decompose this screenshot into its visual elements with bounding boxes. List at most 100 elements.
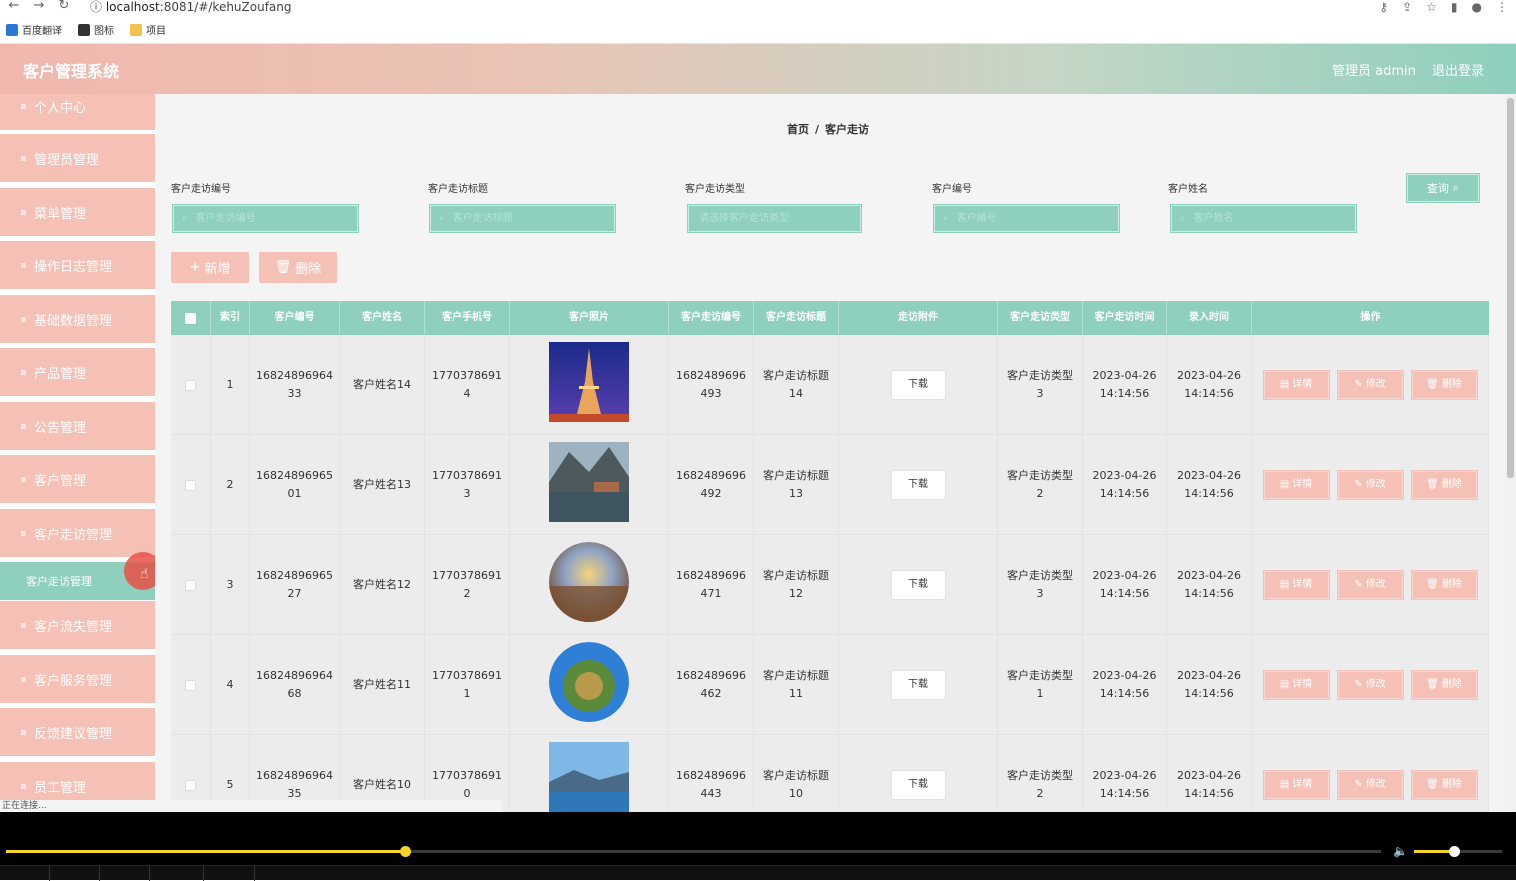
cell-index: 4 bbox=[211, 635, 250, 735]
bookmark-project[interactable]: 项目 bbox=[130, 22, 166, 37]
volume-slider[interactable] bbox=[1414, 846, 1502, 857]
player-control[interactable] bbox=[100, 866, 150, 881]
edit-button[interactable]: ✎ 修改 bbox=[1337, 471, 1403, 499]
scrollbar-thumb[interactable] bbox=[1507, 98, 1514, 478]
cell-insert-time: 2023-04-26 14:14:56 bbox=[1167, 735, 1252, 812]
download-button[interactable]: 下载 bbox=[890, 670, 946, 700]
player-control[interactable] bbox=[50, 866, 100, 881]
seek-progress bbox=[6, 850, 405, 853]
row-checkbox[interactable] bbox=[185, 379, 196, 391]
batch-delete-button[interactable]: 🗑 删除 bbox=[259, 252, 337, 283]
filter-customer-no[interactable]: ⌕ bbox=[934, 205, 1119, 232]
grid-icon: ▪ bbox=[20, 726, 27, 738]
download-button[interactable]: 下载 bbox=[890, 770, 946, 800]
download-button[interactable]: 下载 bbox=[890, 470, 946, 500]
delete-button[interactable]: 🗑 删除 bbox=[1411, 771, 1477, 799]
sidebar-item-personal[interactable]: ▪ 个人中心 bbox=[0, 94, 155, 132]
sidebar-item-label: 个人中心 bbox=[34, 100, 87, 116]
visit-type-select[interactable] bbox=[697, 212, 844, 225]
player-control[interactable] bbox=[0, 866, 50, 881]
profile-icon[interactable]: ● bbox=[1472, 0, 1482, 14]
seek-bar[interactable] bbox=[6, 846, 1381, 857]
edit-button[interactable]: ✎ 修改 bbox=[1337, 571, 1403, 599]
cell-customer-no: 16824896965 01 bbox=[250, 435, 340, 535]
select-all-checkbox[interactable] bbox=[185, 312, 196, 324]
visit-no: 1682489696 443 bbox=[676, 769, 746, 800]
row-checkbox[interactable] bbox=[185, 679, 196, 691]
filter-visit-title[interactable]: ⌕ bbox=[430, 205, 615, 232]
cell-actions: ▤ 详情 ✎ 修改 🗑 删除 bbox=[1252, 335, 1489, 435]
cell-visit-title: 客户走访标题 14 bbox=[754, 335, 839, 435]
sidebar-item-menu[interactable]: ▪ 菜单管理 bbox=[0, 188, 155, 238]
customer-photo bbox=[549, 742, 629, 812]
url-path: :8081/#/kehuZoufang bbox=[159, 0, 292, 14]
delete-button[interactable]: 🗑 删除 bbox=[1411, 371, 1477, 399]
forward-icon[interactable]: → bbox=[31, 0, 47, 14]
filter-visit-type[interactable] bbox=[688, 205, 861, 232]
edit-button[interactable]: ✎ 修改 bbox=[1337, 671, 1403, 699]
sidebar-item-basedata[interactable]: ▪ 基础数据管理 bbox=[0, 295, 155, 345]
cell-insert-time: 2023-04-26 14:14:56 bbox=[1167, 335, 1252, 435]
customer-name: 客户姓名13 bbox=[353, 478, 411, 491]
row-checkbox[interactable] bbox=[185, 779, 196, 791]
delete-button[interactable]: 🗑 删除 bbox=[1411, 471, 1477, 499]
edit-button[interactable]: ✎ 修改 bbox=[1337, 371, 1403, 399]
sidebar-item-service[interactable]: ▪ 客户服务管理 bbox=[0, 655, 155, 705]
cell-select bbox=[171, 435, 211, 535]
breadcrumb-home[interactable]: 首页 bbox=[787, 123, 809, 136]
page-scrollbar[interactable] bbox=[1505, 94, 1516, 812]
sidebar-item-customer[interactable]: ▪ 客户管理 bbox=[0, 455, 155, 505]
menu-icon[interactable]: ⋮ bbox=[1496, 0, 1508, 14]
visit-title-input[interactable] bbox=[450, 212, 609, 225]
customer-phone: 1770378691 1 bbox=[432, 669, 502, 700]
detail-button[interactable]: ▤ 详情 bbox=[1263, 671, 1329, 699]
download-button[interactable]: 下载 bbox=[890, 570, 946, 600]
detail-button[interactable]: ▤ 详情 bbox=[1263, 371, 1329, 399]
player-control[interactable] bbox=[150, 866, 204, 881]
add-button[interactable]: + 新增 bbox=[171, 252, 249, 283]
detail-button[interactable]: ▤ 详情 bbox=[1263, 771, 1329, 799]
address-bar[interactable]: ⓘ localhost:8081/#/kehuZoufang bbox=[90, 0, 292, 15]
sidepanel-icon[interactable]: ▮ bbox=[1451, 0, 1458, 14]
volume-handle[interactable] bbox=[1448, 846, 1460, 857]
image-icon bbox=[78, 23, 90, 36]
sidebar-item-notice[interactable]: ▪ 公告管理 bbox=[0, 402, 155, 452]
delete-button[interactable]: 🗑 删除 bbox=[1411, 671, 1477, 699]
sidebar-item-product[interactable]: ▪ 产品管理 bbox=[0, 348, 155, 398]
bookmark-translate[interactable]: 百度翻译 bbox=[6, 22, 62, 37]
reload-icon[interactable]: ↻ bbox=[56, 0, 72, 14]
grid-icon: ▪ bbox=[20, 206, 27, 218]
sidebar-item-admin[interactable]: ▪ 管理员管理 bbox=[0, 134, 155, 184]
download-button[interactable]: 下载 bbox=[890, 370, 946, 400]
edit-button[interactable]: ✎ 修改 bbox=[1337, 771, 1403, 799]
visit-no-input[interactable] bbox=[193, 212, 352, 225]
sidebar-item-feedback[interactable]: ▪ 反馈建议管理 bbox=[0, 708, 155, 758]
row-checkbox[interactable] bbox=[185, 479, 196, 491]
visit-time: 2023-04-26 14:14:56 bbox=[1092, 369, 1157, 400]
table-header: 索引 客户编号 客户姓名 客户手机号 客户照片 客户走访编号 客户走访标题 走访… bbox=[171, 301, 1489, 335]
query-button[interactable]: 查询 ⌕ bbox=[1407, 174, 1479, 202]
bookmark-icons[interactable]: 图标 bbox=[78, 22, 114, 37]
customer-name-input[interactable] bbox=[1191, 212, 1350, 225]
back-icon[interactable]: ← bbox=[6, 0, 22, 14]
player-control[interactable] bbox=[204, 866, 255, 881]
delete-button[interactable]: 🗑 删除 bbox=[1411, 571, 1477, 599]
detail-button[interactable]: ▤ 详情 bbox=[1263, 471, 1329, 499]
edit-label: 修改 bbox=[1365, 579, 1386, 590]
sidebar-item-churn[interactable]: ▪ 客户流失管理 bbox=[0, 601, 155, 651]
filter-customer-name[interactable]: ⌕ bbox=[1171, 205, 1356, 232]
star-icon[interactable]: ☆ bbox=[1426, 0, 1437, 14]
logout-link[interactable]: 退出登录 bbox=[1432, 60, 1484, 79]
sidebar-item-label: 客户服务管理 bbox=[34, 673, 113, 689]
customer-no-input[interactable] bbox=[954, 212, 1113, 225]
volume-icon[interactable]: 🔈 bbox=[1393, 844, 1408, 858]
share-icon[interactable]: ⇪ bbox=[1402, 0, 1412, 14]
key-icon[interactable]: ⚷ bbox=[1379, 0, 1388, 14]
cell-attachment: 下载 bbox=[839, 535, 998, 635]
detail-button[interactable]: ▤ 详情 bbox=[1263, 571, 1329, 599]
filter-visit-no[interactable]: ⌕ bbox=[173, 205, 358, 232]
sidebar-item-oplog[interactable]: ▪ 操作日志管理 bbox=[0, 241, 155, 291]
seek-handle[interactable] bbox=[399, 846, 411, 857]
sidebar-item-visit[interactable]: ▪ 客户走访管理 bbox=[0, 509, 155, 559]
row-checkbox[interactable] bbox=[185, 579, 196, 591]
